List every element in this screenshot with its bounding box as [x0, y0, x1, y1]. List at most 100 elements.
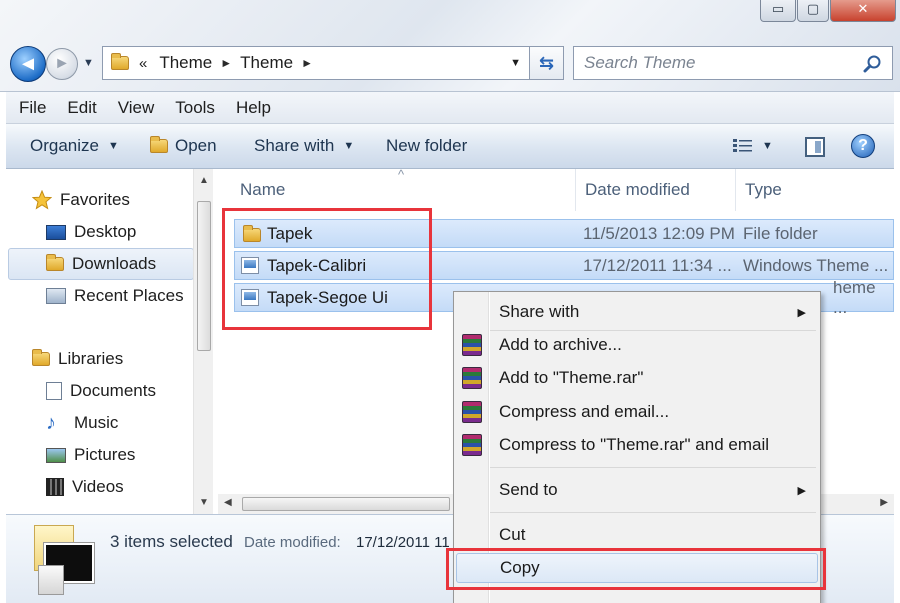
forward-button[interactable]: ►	[46, 48, 78, 80]
ctx-add-to-archive[interactable]: Add to archive...	[454, 330, 820, 360]
menu-view[interactable]: View	[118, 98, 155, 118]
submenu-arrow-icon: ▶	[797, 484, 806, 497]
nav-recent-places[interactable]: Recent Places	[46, 282, 184, 310]
ctx-compress-email-label: Compress and email...	[499, 402, 670, 421]
nav-videos[interactable]: Videos	[46, 473, 124, 501]
share-with-button[interactable]: Share with ▼	[254, 136, 354, 156]
organize-button[interactable]: Organize ▼	[30, 136, 119, 156]
chevron-down-icon: ▼	[762, 140, 773, 152]
search-icon[interactable]	[863, 54, 883, 74]
nav-documents-label: Documents	[70, 381, 156, 400]
breadcrumb-item[interactable]: Theme	[159, 53, 212, 73]
address-dropdown-icon[interactable]: ▼	[510, 57, 521, 69]
new-folder-button[interactable]: New folder	[386, 136, 467, 156]
nav-desktop[interactable]: Desktop	[46, 218, 136, 246]
search-box[interactable]	[573, 46, 893, 80]
minimize-button[interactable]: ▭	[760, 0, 796, 22]
breadcrumb-chevron-icon[interactable]: ►	[301, 56, 313, 70]
nav-favorites[interactable]: Favorites	[32, 186, 130, 214]
refresh-icon: ⇆	[538, 52, 555, 73]
menu-tools[interactable]: Tools	[175, 98, 215, 118]
open-label: Open	[175, 136, 217, 155]
navigation-pane: Favorites Desktop Downloads Recent Place…	[6, 169, 216, 514]
ctx-add-to-rar[interactable]: Add to "Theme.rar"	[454, 363, 820, 393]
multi-file-thumbnail-icon	[34, 525, 96, 595]
ctx-share-with[interactable]: Share with ▶	[454, 297, 820, 327]
breadcrumb-item[interactable]: Theme	[240, 53, 293, 73]
nav-pictures-label: Pictures	[74, 445, 136, 464]
preview-pane-icon	[815, 141, 821, 153]
menu-edit[interactable]: Edit	[67, 98, 96, 118]
nav-downloads-label: Downloads	[72, 254, 157, 273]
folder-icon	[111, 53, 129, 70]
column-header-type[interactable]: Type	[736, 169, 894, 211]
close-button[interactable]: ✕	[830, 0, 896, 22]
menu-file[interactable]: File	[19, 98, 46, 118]
nav-downloads[interactable]: Downloads	[46, 250, 156, 278]
documents-icon	[46, 382, 62, 400]
music-note-icon: ♪	[46, 411, 56, 434]
winrar-icon	[462, 367, 482, 389]
desktop-icon	[46, 224, 66, 240]
help-icon: ?	[858, 137, 868, 154]
scroll-right-icon[interactable]: ▶	[880, 497, 888, 508]
recent-places-icon	[46, 288, 66, 304]
refresh-button[interactable]: ⇆	[530, 46, 564, 80]
new-folder-label: New folder	[386, 136, 468, 155]
selection-count: 3 items selected	[110, 532, 233, 551]
ctx-send-to[interactable]: Send to ▶	[454, 475, 820, 505]
winrar-icon	[462, 401, 482, 423]
highlight-box-copy	[446, 548, 826, 590]
menu-separator	[490, 467, 816, 468]
nav-recent-places-label: Recent Places	[74, 286, 184, 305]
nav-music-label: Music	[74, 413, 119, 432]
nav-pictures[interactable]: Pictures	[46, 441, 135, 469]
preview-pane-button[interactable]	[805, 137, 825, 157]
scroll-left-icon[interactable]: ◀	[224, 497, 232, 508]
winrar-icon	[462, 334, 482, 356]
nav-music[interactable]: ♪ Music	[46, 409, 118, 437]
menu-separator	[490, 512, 816, 513]
ctx-compress-email[interactable]: Compress and email...	[454, 397, 820, 427]
column-header-date[interactable]: Date modified	[576, 169, 736, 211]
breadcrumb-chevron-icon[interactable]: ►	[220, 56, 232, 70]
search-input[interactable]	[584, 53, 854, 73]
nav-pane-scrollbar[interactable]: ▲ ▼	[193, 169, 213, 514]
pictures-icon	[46, 447, 66, 463]
maximize-button[interactable]: ▢	[797, 0, 829, 22]
ctx-compress-rar-email[interactable]: Compress to "Theme.rar" and email	[454, 430, 820, 460]
nav-documents[interactable]: Documents	[46, 377, 156, 405]
downloads-folder-icon	[46, 254, 64, 271]
hscroll-thumb[interactable]	[242, 497, 450, 511]
nav-favorites-label: Favorites	[60, 190, 130, 209]
libraries-icon	[32, 349, 50, 366]
breadcrumb-overflow[interactable]: «	[139, 55, 147, 72]
nav-desktop-label: Desktop	[74, 222, 137, 241]
ctx-cut-label: Cut	[499, 525, 526, 544]
winrar-icon	[462, 434, 482, 456]
ctx-compress-rar-email-label: Compress to "Theme.rar" and email	[499, 435, 769, 454]
nav-libraries[interactable]: Libraries	[32, 345, 123, 373]
back-arrow-icon: ◄	[18, 52, 38, 75]
submenu-arrow-icon: ▶	[797, 306, 806, 319]
scroll-down-icon[interactable]: ▼	[199, 497, 209, 508]
help-button[interactable]: ?	[851, 134, 875, 158]
back-button[interactable]: ◄	[10, 46, 46, 82]
sort-ascending-icon: ^	[398, 169, 405, 182]
column-date-label: Date modified	[585, 180, 690, 199]
videos-icon	[46, 478, 64, 496]
details-date-value: 17/12/2011 11	[356, 534, 450, 551]
file-type: Windows Theme ...	[743, 255, 889, 275]
address-bar[interactable]: « Theme ► Theme ► ▼	[102, 46, 530, 80]
nav-scroll-thumb[interactable]	[197, 201, 211, 351]
open-button[interactable]: Open	[150, 136, 217, 156]
file-type: File folder	[743, 223, 818, 243]
view-options-button[interactable]: ▼	[733, 138, 773, 154]
ctx-send-to-label: Send to	[499, 480, 558, 499]
recent-pages-dropdown[interactable]: ▼	[83, 57, 97, 71]
menu-help[interactable]: Help	[236, 98, 271, 118]
scroll-up-icon[interactable]: ▲	[199, 175, 209, 186]
chevron-down-icon: ▼	[107, 140, 119, 152]
ctx-cut[interactable]: Cut	[454, 520, 820, 550]
column-header-name[interactable]: Name ^	[218, 169, 576, 211]
